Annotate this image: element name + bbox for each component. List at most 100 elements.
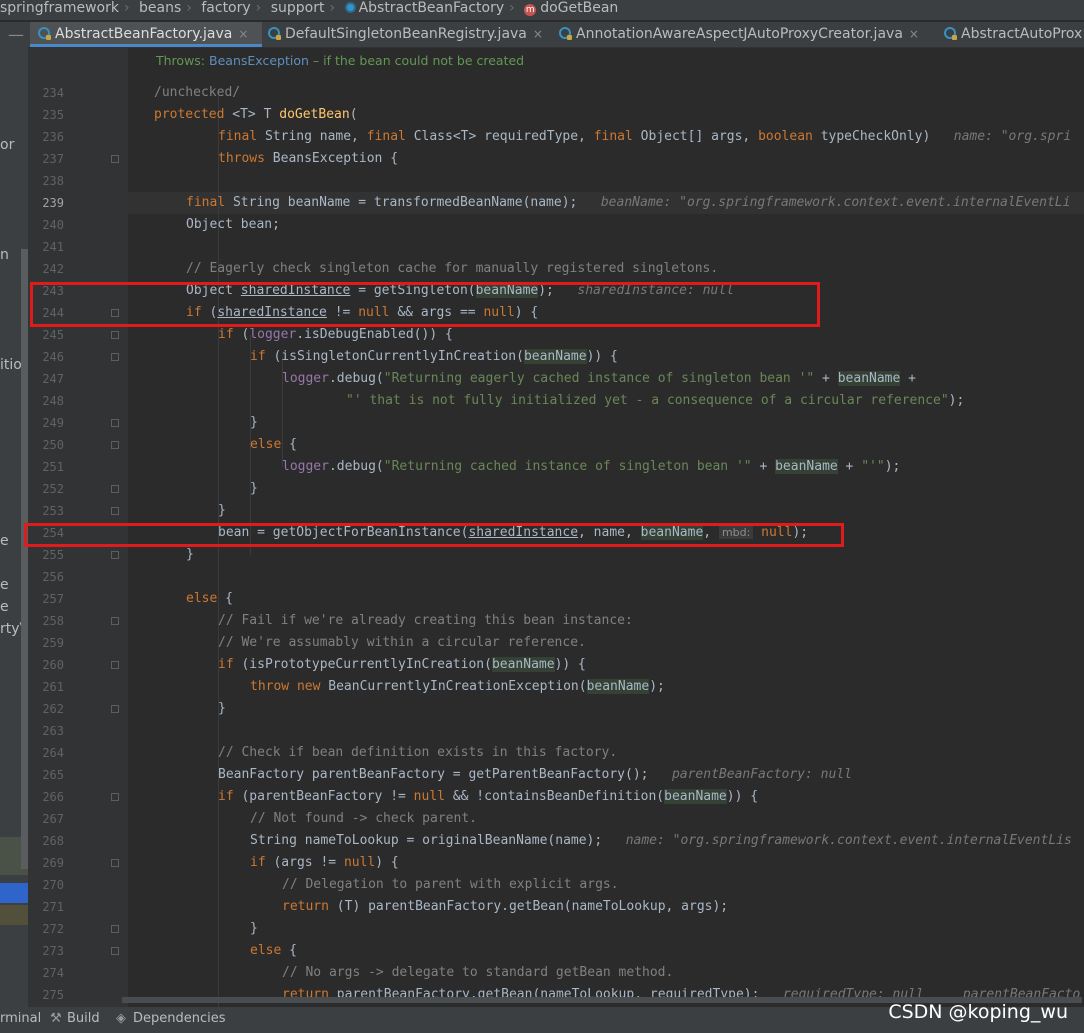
java-class-icon	[559, 27, 572, 40]
tree-item[interactable]: or	[0, 137, 14, 153]
breadcrumb-item[interactable]: AbstractBeanFactory	[359, 0, 505, 17]
code-line: if (isPrototypeCurrentlyInCreation(beanN…	[218, 657, 586, 672]
close-icon[interactable]: ×	[909, 27, 919, 41]
line-number: 263	[42, 724, 64, 738]
line-number: 251	[42, 460, 64, 474]
class-icon	[344, 2, 356, 13]
close-icon[interactable]: ×	[238, 27, 248, 41]
code-line: }	[250, 415, 258, 430]
line-number: 248	[42, 394, 64, 408]
tree-item[interactable]: e	[0, 599, 9, 615]
fold-icon[interactable]	[111, 419, 119, 427]
editor-tabs: — AbstractBeanFactory.java × DefaultSingl…	[0, 22, 1084, 48]
line-number: 265	[42, 768, 64, 782]
line-number: 241	[42, 240, 64, 254]
line-number: 242	[42, 262, 64, 276]
line-number: 272	[42, 922, 64, 936]
fold-icon[interactable]	[111, 353, 119, 361]
tree-item[interactable]: n	[0, 247, 9, 263]
tree-item[interactable]: e	[0, 577, 9, 593]
terminal-tab[interactable]: rminal	[0, 1007, 41, 1031]
tab-abstract-auto-proxy[interactable]: AbstractAutoProx	[940, 22, 1084, 47]
fold-icon[interactable]	[111, 793, 119, 801]
line-number: 273	[42, 944, 64, 958]
chevron-right-icon: ›	[509, 0, 515, 16]
line-number: 257	[42, 592, 64, 606]
fold-icon[interactable]	[111, 947, 119, 955]
code-line: // Fail if we're already creating this b…	[218, 613, 633, 628]
fold-icon[interactable]	[111, 507, 119, 515]
close-icon[interactable]: ×	[533, 27, 543, 41]
code-line: }	[218, 503, 226, 518]
fold-icon[interactable]	[111, 441, 119, 449]
debug-inline-value: parentBeanFactory: null	[671, 767, 852, 782]
code-line: if (parentBeanFactory != null && !contai…	[218, 789, 759, 804]
line-number: 255	[42, 548, 64, 562]
fold-icon[interactable]	[111, 485, 119, 493]
code-line: Object bean;	[186, 217, 280, 232]
line-number: 238	[42, 174, 64, 188]
build-tab[interactable]: Build	[67, 1007, 100, 1031]
code-line: // No args -> delegate to standard getBe…	[282, 965, 674, 980]
line-number: 258	[42, 614, 64, 628]
line-number: 236	[42, 130, 64, 144]
code-line: String nameToLookup = originalBeanName(n…	[250, 833, 1072, 848]
breadcrumb-item[interactable]: beans	[139, 0, 181, 17]
java-class-icon	[268, 27, 281, 40]
line-number: 250	[42, 438, 64, 452]
debug-inline-value: beanName: "org.springframework.context.e…	[600, 195, 1071, 210]
tree-item[interactable]: itio	[0, 357, 22, 373]
line-number: 269	[42, 856, 64, 870]
tab-abstract-bean-factory[interactable]: AbstractBeanFactory.java ×	[30, 22, 262, 47]
line-number: 235	[42, 108, 64, 122]
minimize-icon[interactable]: —	[8, 22, 24, 47]
line-number: 266	[42, 790, 64, 804]
code-line: }	[250, 481, 258, 496]
breadcrumb-item[interactable]: doGetBean	[540, 0, 618, 17]
chevron-right-icon: ›	[123, 0, 130, 16]
chevron-right-icon: ›	[186, 0, 192, 16]
breadcrumb: springframework › beans › factory › support…	[0, 0, 1084, 20]
line-number: 245	[42, 328, 64, 342]
line-number: 267	[42, 812, 64, 826]
panel-scrollbar[interactable]	[21, 249, 28, 869]
fold-icon[interactable]	[111, 551, 119, 559]
fold-icon[interactable]	[111, 617, 119, 625]
line-number: 275	[42, 988, 64, 1002]
tab-default-singleton-bean-registry[interactable]: DefaultSingletonBeanRegistry.java ×	[264, 22, 550, 47]
chevron-right-icon: ›	[255, 0, 262, 16]
fold-icon[interactable]	[111, 705, 119, 713]
annotation-highlight-box	[30, 282, 820, 327]
tree-item[interactable]: e	[0, 533, 9, 549]
code-line: }	[218, 701, 226, 716]
code-line: else {	[186, 591, 233, 606]
breadcrumb-item[interactable]: springframework	[0, 0, 119, 17]
fold-icon[interactable]	[111, 331, 119, 339]
dependencies-tab[interactable]: Dependencies	[133, 1007, 226, 1031]
code-line: return (T) parentBeanFactory.getBean(nam…	[282, 899, 729, 914]
tab-annotation-aware-aspectj[interactable]: AnnotationAwareAspectJAutoProxyCreator.j…	[555, 22, 939, 47]
fold-icon[interactable]	[111, 925, 119, 933]
code-line: if (args != null) {	[250, 855, 399, 870]
line-number: 249	[42, 416, 64, 430]
code-line: // Check if bean definition exists in th…	[218, 745, 618, 760]
line-number: 268	[42, 834, 64, 848]
code-line: logger.debug("Returning eagerly cached i…	[282, 371, 916, 386]
tree-selection-active	[0, 883, 28, 903]
line-number: 270	[42, 878, 64, 892]
fold-icon[interactable]	[111, 661, 119, 669]
code-line: throws BeansException {	[218, 151, 399, 166]
breadcrumb-item[interactable]: factory	[201, 0, 250, 17]
code-line: BeanFactory parentBeanFactory = getParen…	[218, 767, 852, 782]
code-line: protected <T> T doGetBean(	[154, 107, 358, 122]
code-line: logger.debug("Returning cached instance …	[282, 459, 901, 474]
fold-icon[interactable]	[111, 155, 119, 163]
code-line: if (logger.isDebugEnabled()) {	[218, 327, 453, 342]
fold-icon[interactable]	[111, 859, 119, 867]
breadcrumb-item[interactable]: support	[271, 0, 325, 17]
line-number: 260	[42, 658, 64, 672]
code-line: /unchecked/	[154, 85, 241, 100]
line-number: 234	[42, 86, 64, 100]
line-number: 247	[42, 372, 64, 386]
annotation-highlight-box	[24, 523, 844, 547]
